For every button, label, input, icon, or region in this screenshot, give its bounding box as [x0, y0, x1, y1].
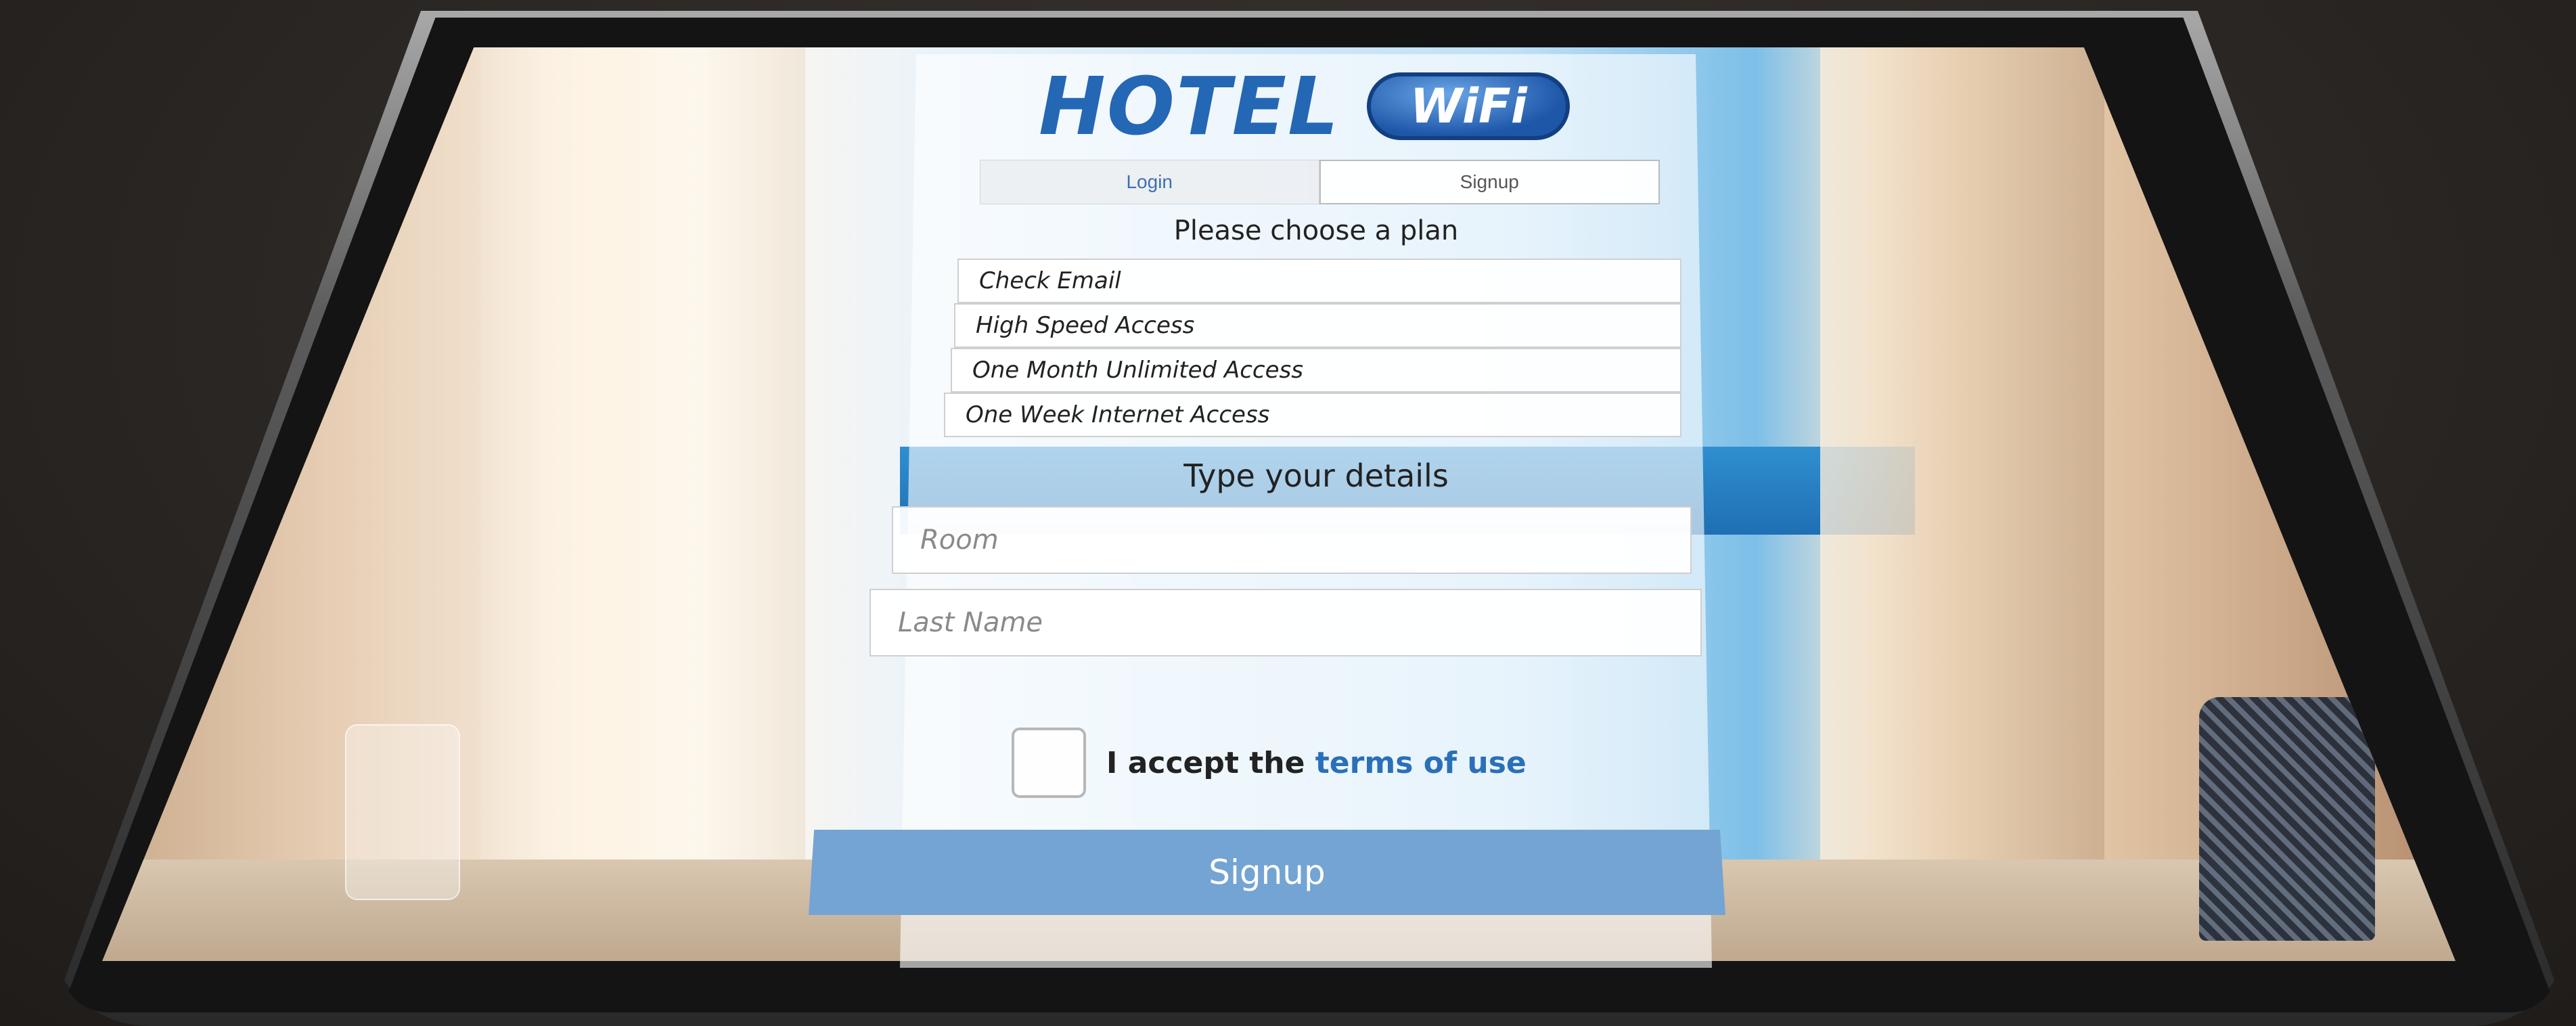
tab-signup[interactable]: Signup: [1319, 160, 1660, 204]
last-name-input[interactable]: Last Name: [869, 589, 1702, 656]
terms-row: I accept the terms of use: [1012, 726, 1527, 800]
accept-terms-checkbox[interactable]: [1012, 728, 1086, 798]
plan-option-one-week[interactable]: One Week Internet Access: [944, 393, 1681, 437]
auth-tabs: Login Signup: [980, 160, 1660, 204]
plan-option-one-month[interactable]: One Month Unlimited Access: [951, 348, 1681, 393]
flower-vase: [345, 724, 460, 900]
terms-prefix: I accept the: [1106, 745, 1315, 780]
plan-option-check-email[interactable]: Check Email: [957, 259, 1681, 303]
plan-heading: Please choose a plan: [1173, 215, 1459, 246]
chair: [2199, 697, 2375, 941]
tab-login[interactable]: Login: [980, 160, 1319, 204]
terms-of-use-link[interactable]: terms of use: [1315, 746, 1527, 780]
plan-list: Check Email High Speed Access One Month …: [944, 259, 1681, 437]
plan-option-high-speed[interactable]: High Speed Access: [954, 303, 1681, 348]
wifi-badge-icon: WiFi: [1367, 72, 1571, 140]
signup-button[interactable]: Signup: [809, 830, 1725, 915]
logo-hotel-text: HOTEL: [1039, 60, 1340, 153]
hotel-wifi-logo: HOTEL WiFi: [1039, 60, 1571, 153]
room-input[interactable]: Room: [892, 506, 1692, 574]
terms-label: I accept the terms of use: [1106, 746, 1527, 780]
curtain-right: [1820, 47, 2104, 961]
curtain-left: [480, 47, 805, 961]
details-heading: Type your details: [1183, 458, 1449, 494]
